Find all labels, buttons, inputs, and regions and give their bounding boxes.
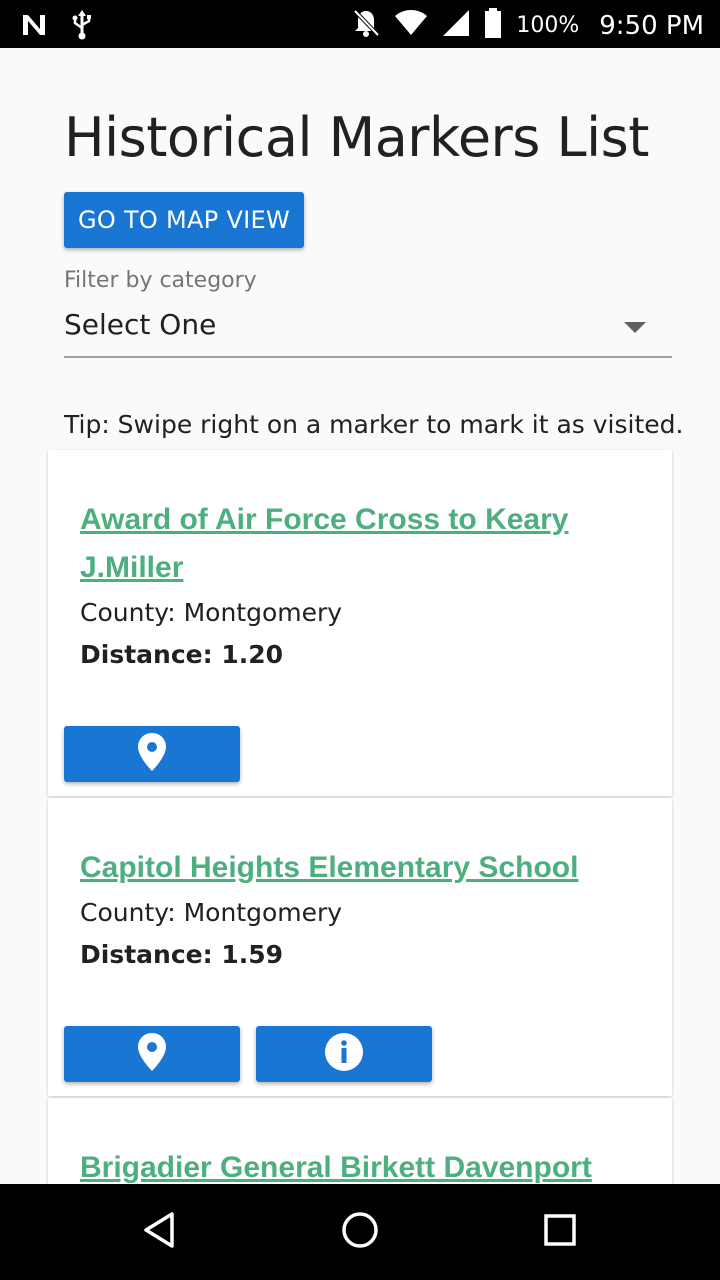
battery-icon: [484, 8, 502, 43]
back-icon: [140, 1210, 180, 1255]
page-title: Historical Markers List: [64, 106, 649, 169]
distance-label: Distance:: [80, 940, 213, 969]
marker-title-link[interactable]: Brigadier General Birkett Davenport: [80, 1144, 660, 1184]
home-button[interactable]: [336, 1208, 384, 1256]
filter-selected-value: Select One: [64, 308, 217, 341]
marker-county: County: Montgomery: [80, 898, 343, 927]
marker-card[interactable]: Capitol Heights Elementary School County…: [48, 798, 672, 1096]
show-on-map-button[interactable]: [64, 1026, 240, 1082]
show-on-map-button[interactable]: [64, 726, 240, 782]
battery-percent: 100%: [516, 13, 580, 38]
clock: 9:50 PM: [599, 10, 704, 41]
info-button[interactable]: [256, 1026, 432, 1082]
n-icon: [20, 11, 48, 44]
back-button[interactable]: [136, 1208, 184, 1256]
marker-distance: Distance: 1.59: [80, 940, 283, 969]
swipe-tip: Tip: Swipe right on a marker to mark it …: [64, 410, 684, 439]
go-to-map-view-button[interactable]: GO TO MAP VIEW: [64, 192, 304, 248]
recents-icon: [540, 1210, 580, 1255]
signal-icon: [442, 9, 470, 42]
dropdown-arrow-icon: [624, 322, 646, 333]
navigation-bar: [0, 1184, 720, 1280]
marker-title-link[interactable]: Award of Air Force Cross to Keary J.Mill…: [80, 496, 640, 592]
marker-distance: Distance: 1.20: [80, 640, 283, 669]
map-pin-icon: [137, 1032, 167, 1077]
marker-title-link[interactable]: Capitol Heights Elementary School: [80, 844, 640, 892]
distance-label: Distance:: [80, 640, 213, 669]
marker-card[interactable]: Brigadier General Birkett Davenport: [48, 1098, 672, 1184]
map-pin-icon: [137, 732, 167, 777]
info-icon: [324, 1032, 364, 1077]
status-bar: 100% 9:50 PM: [0, 0, 720, 48]
distance-value: 1.59: [221, 940, 283, 969]
wifi-icon: [394, 9, 428, 42]
home-icon: [340, 1210, 380, 1255]
filter-label: Filter by category: [64, 268, 257, 293]
recents-button[interactable]: [536, 1208, 584, 1256]
distance-value: 1.20: [221, 640, 283, 669]
bell-off-icon: [352, 8, 380, 43]
usb-icon: [70, 10, 94, 45]
category-filter-select[interactable]: Select One: [64, 304, 672, 358]
marker-card[interactable]: Award of Air Force Cross to Keary J.Mill…: [48, 450, 672, 796]
main-content[interactable]: Historical Markers List GO TO MAP VIEW F…: [0, 48, 720, 1184]
marker-county: County: Montgomery: [80, 598, 343, 627]
